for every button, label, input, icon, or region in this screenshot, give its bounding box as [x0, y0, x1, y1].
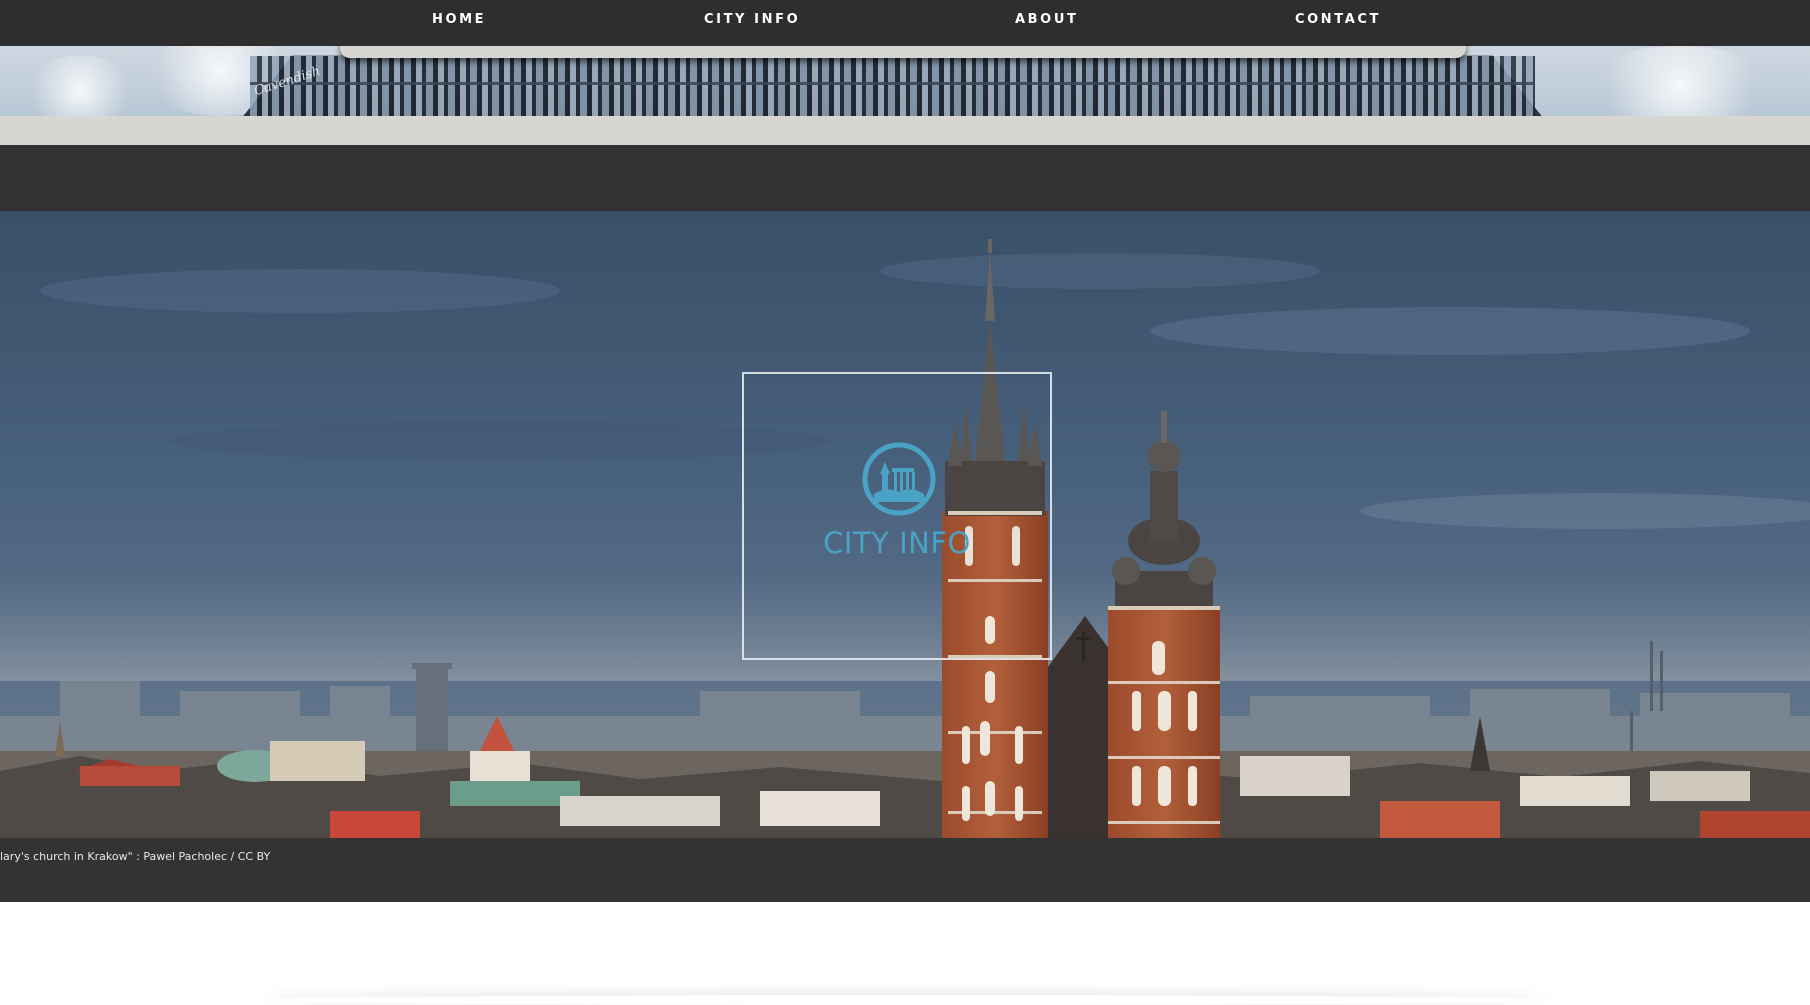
logo-title: CITY INFO [823, 526, 971, 560]
city-skyline-icon [862, 442, 936, 516]
main-nav: HOME CITY INFO ABOUT CONTACT [0, 0, 1810, 40]
nav-city-info-link[interactable]: CITY INFO [704, 12, 800, 30]
building-floor-band [250, 82, 1535, 85]
dark-divider-band [0, 145, 1810, 211]
city-info-logo-frame[interactable]: CITY INFO [742, 372, 1052, 660]
building-windows [250, 56, 1535, 116]
top-navigation-bar: HOME CITY INFO ABOUT CONTACT [0, 0, 1810, 46]
cloud-shape [1580, 46, 1780, 116]
nav-contact-link[interactable]: CONTACT [1295, 12, 1381, 30]
image-credit-caption: lary's church in Krakow" : Pawel Pachole… [0, 850, 271, 863]
caption-band: lary's church in Krakow" : Pawel Pachole… [0, 838, 1810, 902]
content-area [0, 902, 1810, 1000]
nav-home-link[interactable]: HOME [432, 12, 486, 30]
cloud-shape [20, 56, 140, 116]
content-card-edge [260, 995, 1550, 1005]
nav-about-link[interactable]: ABOUT [1015, 12, 1078, 30]
beige-divider-band [0, 116, 1810, 145]
